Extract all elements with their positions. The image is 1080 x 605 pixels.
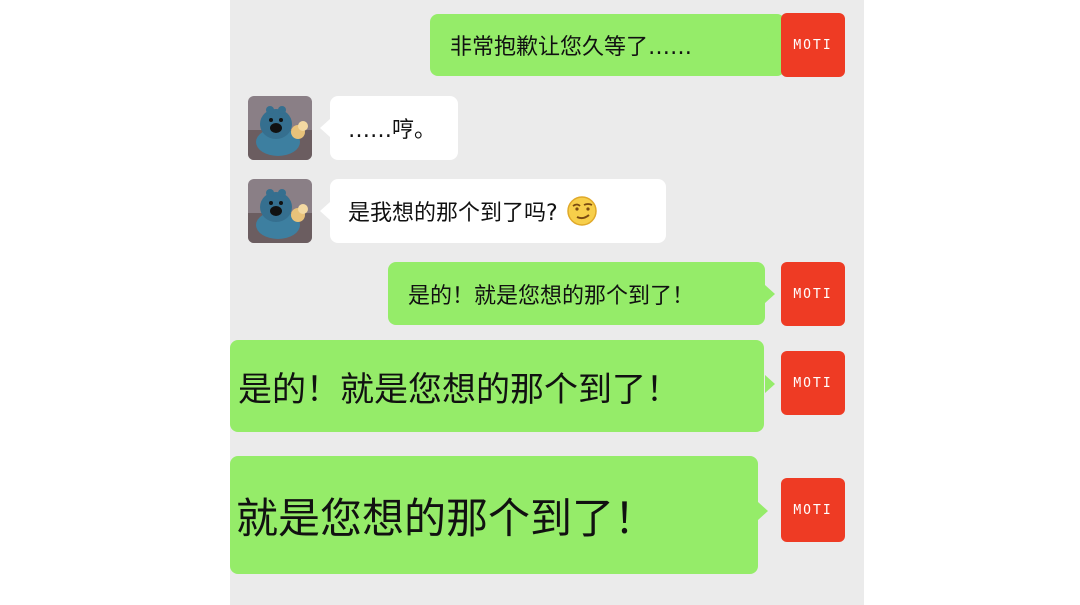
message-text: 非常抱歉让您久等了…… (450, 35, 693, 60)
message-bubble-outgoing[interactable]: 就是您想的那个到了！ (230, 456, 758, 574)
moti-avatar[interactable]: MOTI (781, 351, 845, 415)
message-text: 是我想的那个到了吗? (348, 201, 558, 226)
smirk-face-icon (566, 196, 597, 226)
message-text: 就是您想的那个到了！ (236, 493, 657, 543)
avatar-label: MOTI (793, 502, 833, 518)
message-bubble-outgoing[interactable]: 是的！就是您想的那个到了！ (230, 340, 764, 432)
bubble-tail (765, 375, 775, 393)
moti-avatar[interactable]: MOTI (781, 262, 845, 326)
bubble-tail (320, 202, 330, 220)
message-bubble-outgoing[interactable]: 是的！就是您想的那个到了！ (388, 262, 765, 325)
bubble-tail (765, 36, 775, 54)
message-text: ……哼。 (348, 118, 437, 143)
cat-avatar-image (248, 96, 312, 160)
message-bubble-outgoing[interactable]: 非常抱歉让您久等了…… (430, 14, 785, 76)
avatar-label: MOTI (793, 286, 833, 302)
avatar-label: MOTI (793, 375, 833, 391)
bubble-tail (758, 502, 768, 520)
message-bubble-incoming[interactable]: ……哼。 (330, 96, 458, 160)
bubble-tail (765, 285, 775, 303)
cat-avatar-image (248, 179, 312, 243)
cat-avatar[interactable] (248, 179, 312, 243)
chat-area: 非常抱歉让您久等了…… MOTI ……哼。 是我想的那个到了吗? 是的！就是您想… (230, 0, 864, 605)
message-text: 是的！就是您想的那个到了！ (238, 369, 680, 410)
moti-avatar[interactable]: MOTI (781, 13, 845, 77)
cat-avatar[interactable] (248, 96, 312, 160)
moti-avatar[interactable]: MOTI (781, 478, 845, 542)
message-text: 是的！就是您想的那个到了！ (408, 283, 695, 309)
message-bubble-incoming[interactable]: 是我想的那个到了吗? (330, 179, 666, 243)
bubble-tail (320, 119, 330, 137)
avatar-label: MOTI (793, 37, 833, 53)
